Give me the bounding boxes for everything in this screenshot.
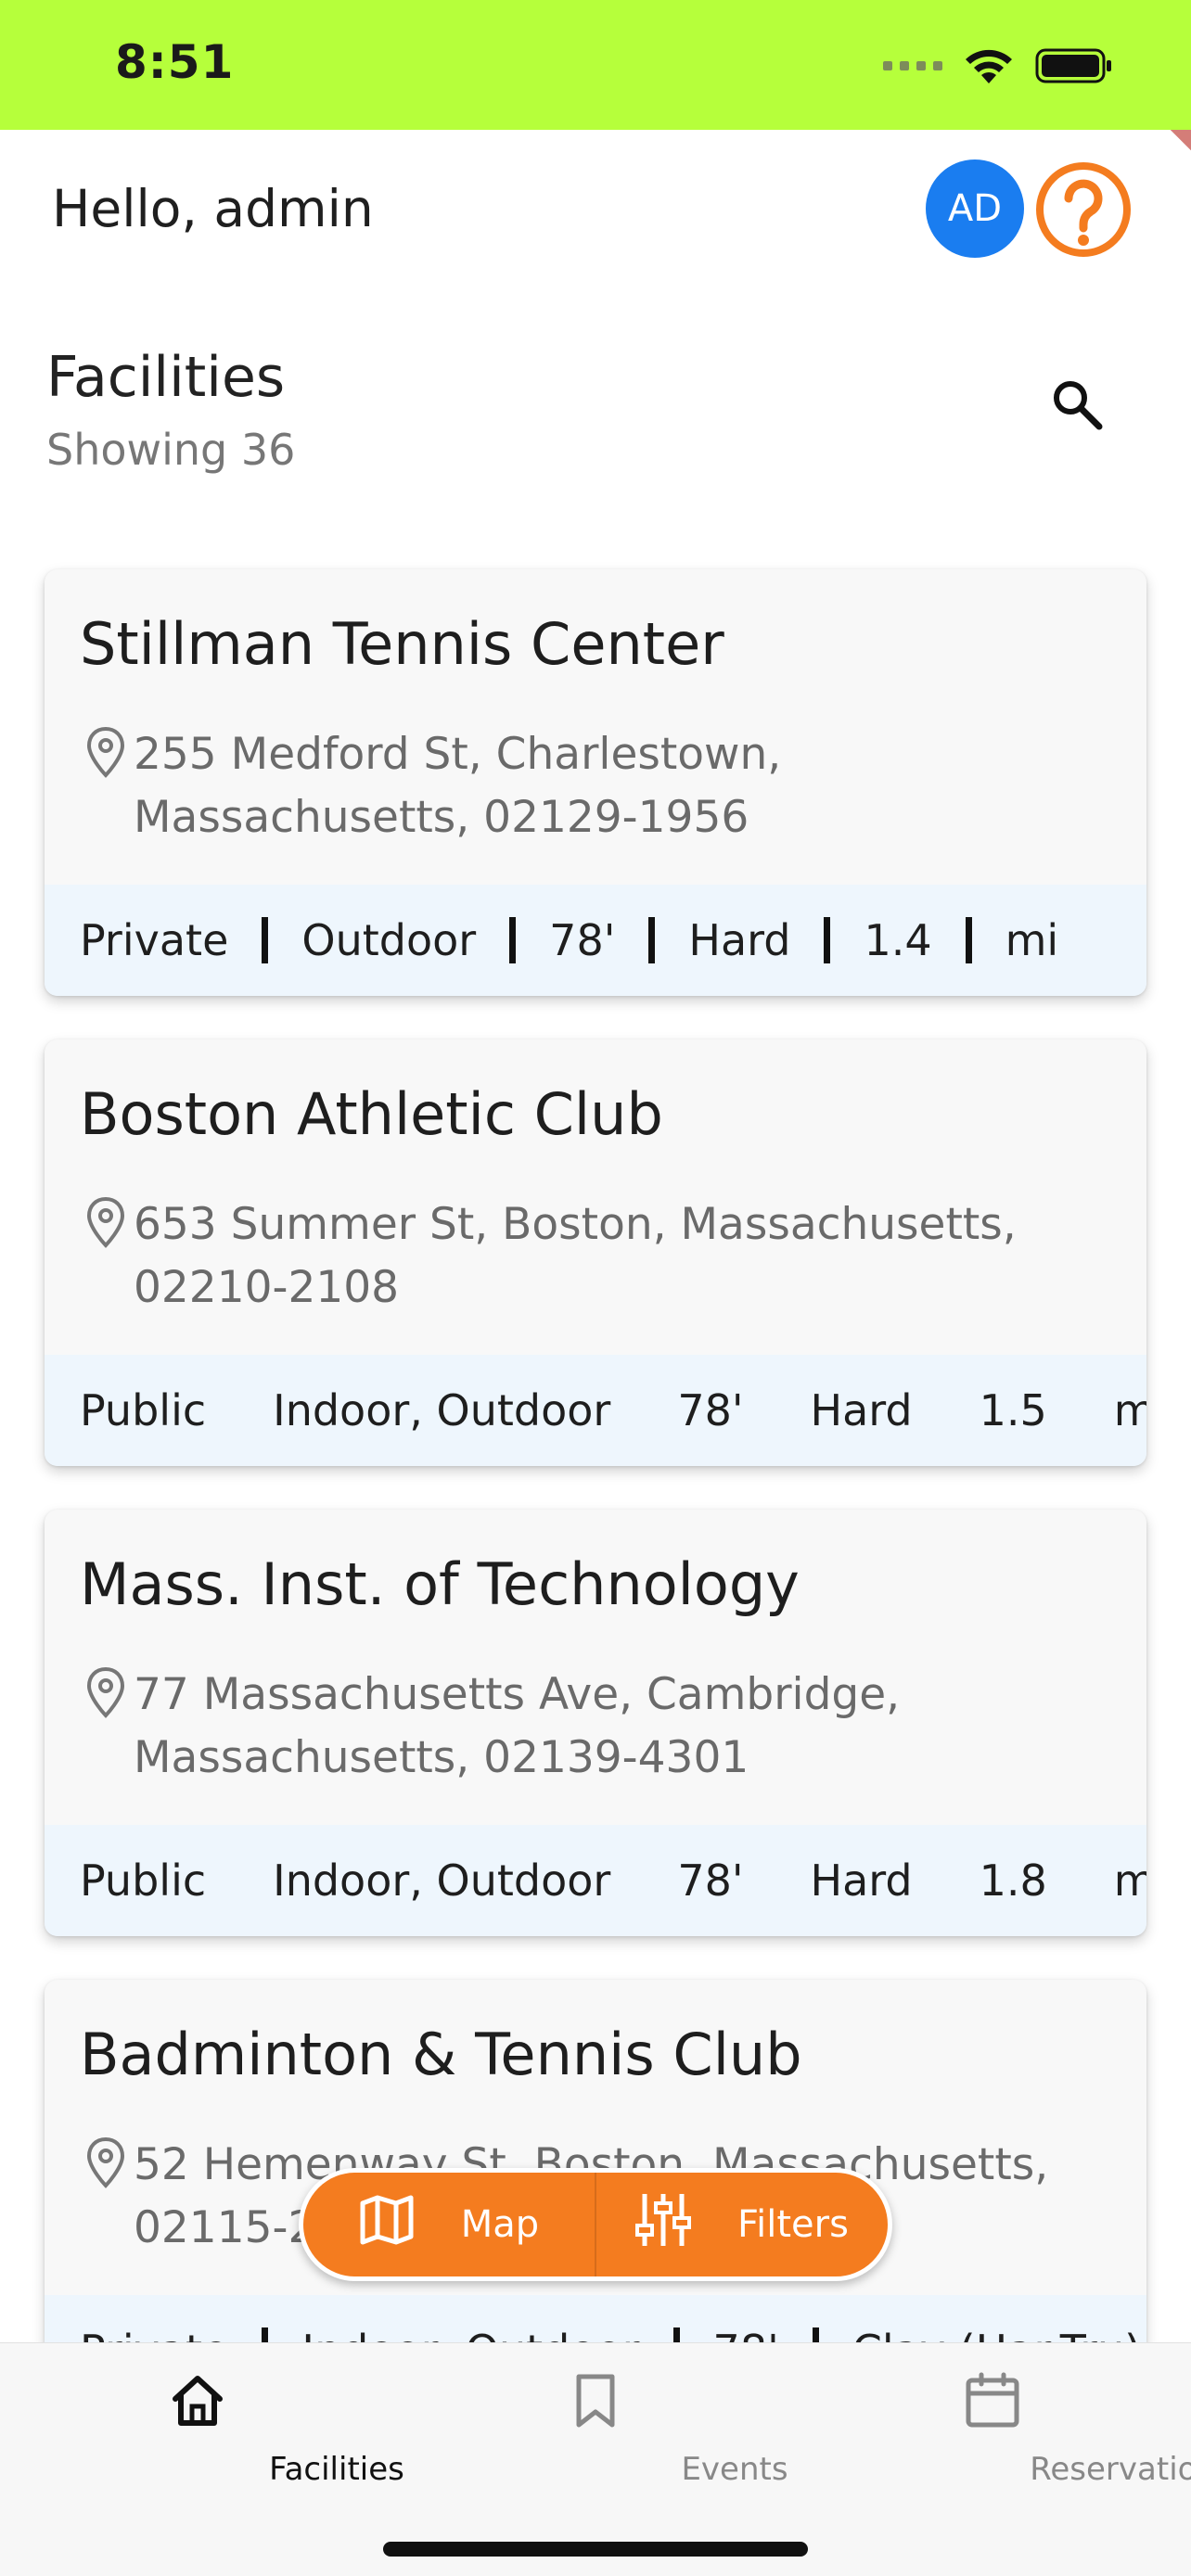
tab-label: Reservations (1030, 2451, 1191, 2488)
status-icons (883, 46, 1113, 85)
access-tag: Public (80, 1855, 207, 1906)
tab-label: Facilities (269, 2451, 404, 2488)
access-tag: Private (80, 915, 229, 965)
home-icon (168, 2371, 227, 2430)
wifi-icon (963, 46, 1015, 85)
map-label: Map (460, 2203, 540, 2246)
distance-unit-tag: mi (1113, 1385, 1146, 1435)
surface-tag: Hard (688, 915, 791, 965)
status-time: 8:51 (115, 35, 235, 89)
facility-name: Stillman Tennis Center (80, 610, 724, 678)
page-title: Facilities (46, 345, 286, 410)
distance-tag: 1.5 (979, 1385, 1047, 1435)
map-filters-pill: Map Filters (299, 2168, 892, 2281)
court-length-tag: 78' (677, 1385, 744, 1435)
status-bar: 8:51 (0, 0, 1191, 130)
location-pin-icon (85, 1195, 126, 1251)
setting-tag: Indoor, Outdoor (273, 1385, 611, 1435)
map-icon (359, 2194, 415, 2255)
filters-button[interactable]: Filters (596, 2173, 888, 2276)
facility-tags: Private Outdoor 78' Hard 1.4 mi (45, 885, 1146, 996)
greeting-text: Hello, admin (52, 179, 374, 238)
facility-tags: Public Indoor, Outdoor 78' Hard 1.8 mi (45, 1825, 1146, 1936)
setting-tag: Indoor, Outdoor (273, 1855, 611, 1906)
surface-tag: Hard (810, 1385, 913, 1435)
results-count: Showing 36 (46, 425, 296, 475)
facility-address: 653 Summer St, Boston, Massachusetts, 02… (134, 1199, 1017, 1313)
sliders-icon (635, 2190, 692, 2259)
facility-name: Mass. Inst. of Technology (80, 1550, 800, 1618)
facility-name: Badminton & Tennis Club (80, 2021, 802, 2088)
setting-tag: Outdoor (301, 915, 477, 965)
facility-card[interactable]: Stillman Tennis Center 255 Medford St, C… (45, 569, 1146, 996)
debug-ribbon (1154, 130, 1191, 167)
distance-unit-tag: mi (1005, 915, 1059, 965)
distance-unit-tag: mi (1113, 1855, 1146, 1906)
facility-card[interactable]: Mass. Inst. of Technology 77 Massachuset… (45, 1510, 1146, 1936)
home-indicator[interactable] (383, 2542, 808, 2557)
distance-tag: 1.8 (979, 1855, 1047, 1906)
facility-tags: Public Indoor, Outdoor 78' Hard 1.5 mi (45, 1355, 1146, 1466)
location-pin-icon (85, 2136, 126, 2191)
facility-name: Boston Athletic Club (80, 1080, 663, 1148)
map-button[interactable]: Map (303, 2173, 595, 2276)
location-pin-icon (85, 725, 126, 781)
battery-icon (1035, 47, 1113, 84)
help-icon[interactable] (1033, 159, 1133, 260)
cellular-signal-icon (883, 61, 942, 70)
bookmark-icon (566, 2371, 625, 2430)
filters-label: Filters (737, 2203, 849, 2246)
avatar-initials: AD (947, 187, 1003, 230)
facility-card[interactable]: Boston Athletic Club 653 Summer St, Bost… (45, 1039, 1146, 1466)
facility-address: 77 Massachusetts Ave, Cambridge, Massach… (134, 1669, 901, 1783)
surface-tag: Hard (810, 1855, 913, 1906)
calendar-icon (963, 2371, 1022, 2430)
access-tag: Public (80, 1385, 207, 1435)
location-pin-icon (85, 1665, 126, 1721)
court-length-tag: 78' (549, 915, 616, 965)
facility-address: 255 Medford St, Charlestown, Massachuset… (134, 729, 782, 843)
search-icon[interactable] (1048, 376, 1108, 435)
avatar[interactable]: AD (926, 159, 1024, 258)
tab-label: Events (681, 2451, 788, 2488)
court-length-tag: 78' (677, 1855, 744, 1906)
distance-tag: 1.4 (864, 915, 932, 965)
